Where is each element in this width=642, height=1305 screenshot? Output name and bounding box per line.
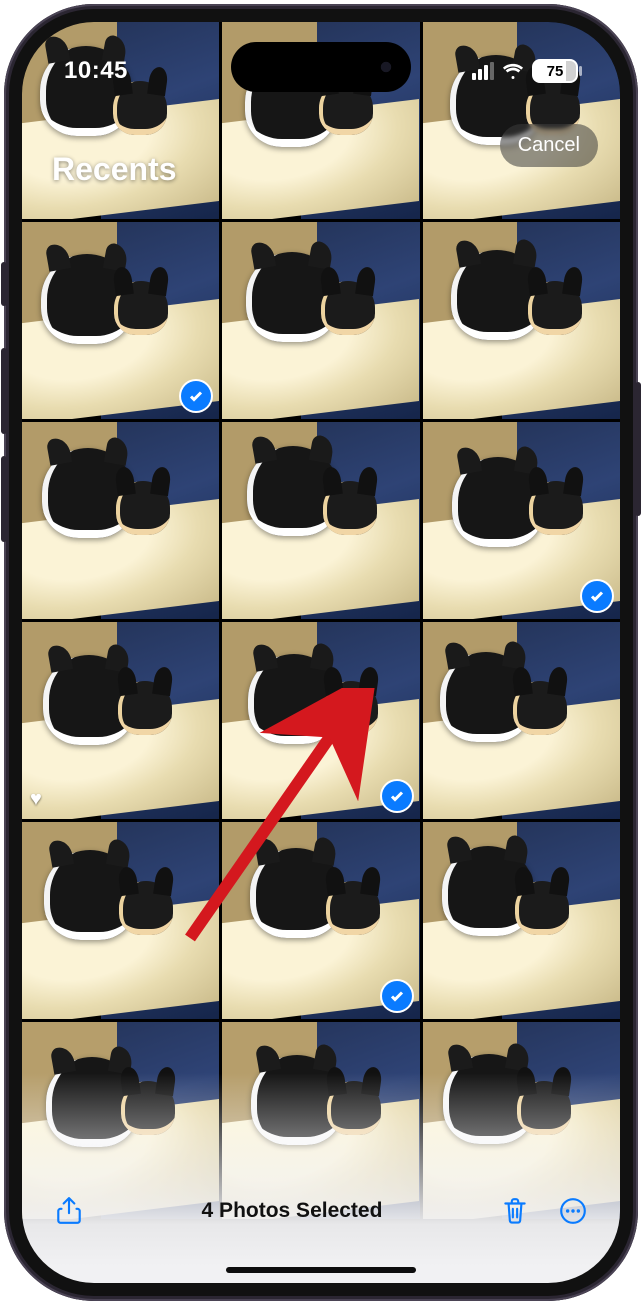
bottom-toolbar: 4 Photos Selected — [22, 1169, 620, 1283]
selected-checkmark-icon — [382, 781, 412, 811]
photo-thumbnail[interactable] — [423, 422, 620, 619]
selection-count: 4 Photos Selected — [202, 1199, 383, 1223]
favorite-heart-icon: ♥ — [30, 788, 42, 811]
cancel-button[interactable]: Cancel — [500, 124, 598, 167]
status-right: 75 — [472, 59, 578, 83]
status-time: 10:45 — [64, 57, 128, 85]
share-icon — [54, 1196, 84, 1226]
cellular-icon — [472, 62, 494, 80]
photo-thumbnail[interactable] — [222, 422, 419, 619]
photo-grid[interactable]: ♥ — [22, 22, 620, 1283]
trash-icon — [500, 1196, 530, 1226]
photo-thumbnail[interactable] — [22, 422, 219, 619]
device-frame: 10:45 75 Recents Cancel ♥ — [4, 4, 638, 1301]
side-button-silence — [1, 262, 7, 306]
side-button-power — [635, 382, 641, 516]
selected-checkmark-icon — [382, 981, 412, 1011]
photo-thumbnail[interactable] — [222, 222, 419, 419]
wifi-icon — [502, 62, 524, 80]
photo-thumbnail[interactable] — [222, 622, 419, 819]
photo-thumbnail[interactable] — [22, 822, 219, 1019]
side-button-vol-down — [1, 456, 7, 542]
photo-thumbnail[interactable] — [423, 822, 620, 1019]
share-button[interactable] — [52, 1194, 86, 1228]
side-button-vol-up — [1, 348, 7, 434]
ellipsis-circle-icon — [558, 1196, 588, 1226]
photo-thumbnail[interactable]: ♥ — [22, 622, 219, 819]
photo-thumbnail[interactable] — [423, 622, 620, 819]
photo-thumbnail[interactable] — [423, 222, 620, 419]
home-indicator — [226, 1267, 416, 1273]
screen: 10:45 75 Recents Cancel ♥ — [22, 22, 620, 1283]
more-button[interactable] — [556, 1194, 590, 1228]
selected-checkmark-icon — [582, 581, 612, 611]
photo-thumbnail[interactable] — [22, 222, 219, 419]
delete-button[interactable] — [498, 1194, 532, 1228]
battery-indicator: 75 — [532, 59, 578, 83]
battery-level: 75 — [547, 63, 564, 80]
dynamic-island — [231, 42, 411, 92]
photo-thumbnail[interactable] — [222, 822, 419, 1019]
